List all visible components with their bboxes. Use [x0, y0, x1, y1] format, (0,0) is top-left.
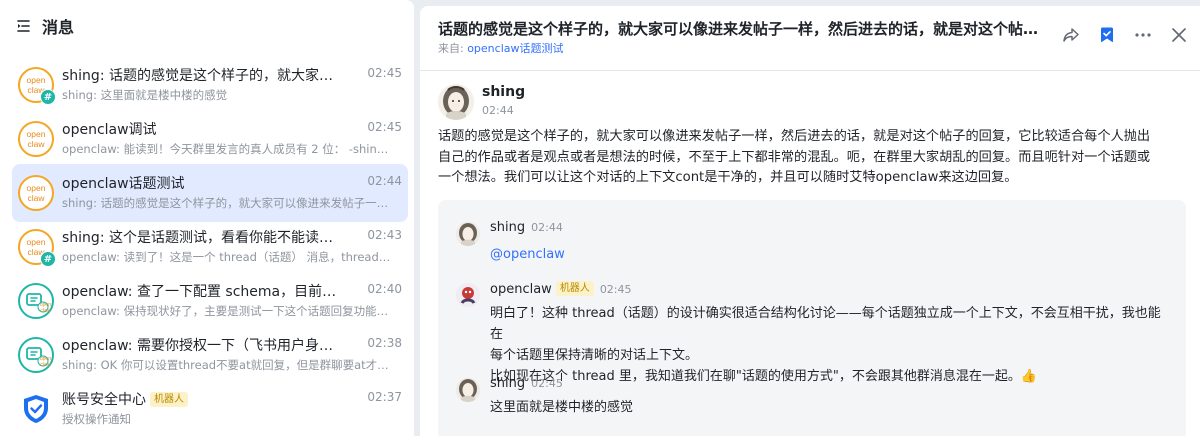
conversation-preview: openclaw: 能读到！今天群里发言的真人成员有 2 位： -shing（o…: [62, 142, 392, 156]
avatar-text: open: [26, 183, 46, 193]
openclaw-avatar: open claw: [18, 175, 54, 211]
bot-avatar-illustration: [456, 283, 480, 307]
conversation-time: 02:37: [367, 390, 402, 404]
avatar-mini-text: open claw: [40, 356, 51, 368]
conversation-item[interactable]: open claw # shing: 话题的感觉是这个样子的，就大家可以像进..…: [12, 56, 408, 114]
conversation-item-active[interactable]: open claw openclaw话题测试 02:44 shing: 话题的感…: [12, 164, 408, 222]
post-author[interactable]: shing: [482, 84, 525, 100]
topic-detail-panel: 话题的感觉是这个样子的，就大家可以像进来发帖子一样，然后进去的话，就是对这个帖子…: [420, 6, 1200, 436]
openclaw-avatar: open claw: [18, 121, 54, 157]
reply-time: 02:44: [531, 221, 563, 234]
conversation-name: openclaw话题测试: [62, 176, 185, 192]
openclaw-avatar: open claw #: [18, 67, 56, 105]
avatar-text: open: [26, 237, 46, 247]
conversation-preview: shing: OK 你可以设置thread不要at就回复，但是群聊要at才回复吗…: [62, 358, 392, 372]
conversation-item[interactable]: openclaw openclaw: 需要你授权一下（飞书用户身份读消息... …: [12, 326, 408, 384]
mention-link[interactable]: @openclaw: [490, 244, 565, 265]
conversation-name: 账号安全中心 机器人: [62, 389, 338, 409]
conversation-item[interactable]: openclaw openclaw: 查了一下配置 schema，目前飞书频道.…: [12, 272, 408, 330]
bookmark-icon[interactable]: [1098, 26, 1116, 44]
avatar[interactable]: [456, 283, 480, 307]
avatar-text: open: [26, 75, 46, 85]
reply-author[interactable]: shing: [490, 220, 525, 235]
avatar-text: claw: [27, 139, 45, 149]
avatar-text: open: [26, 129, 46, 139]
conversation-preview: shing: 话题的感觉是这个样子的，就大家可以像进来发帖子一样，...: [62, 196, 392, 210]
topic-badge-icon: #: [40, 89, 56, 105]
more-icon[interactable]: [1134, 26, 1152, 44]
header-divider: [420, 70, 1200, 71]
conversation-item[interactable]: 账号安全中心 机器人 02:37 授权操作通知: [12, 380, 408, 436]
avatar-text: claw: [40, 308, 51, 314]
user-avatar-illustration: [438, 84, 474, 120]
bot-tag: 机器人: [555, 281, 594, 296]
conversation-preview: 授权操作通知: [62, 412, 131, 426]
conversation-preview: openclaw: 读到了！这是一个 thread（话题） 消息，thread …: [62, 250, 392, 264]
source-group-link[interactable]: openclaw话题测试: [467, 42, 563, 55]
security-center-avatar: [18, 391, 54, 427]
sidebar-header: 消息: [0, 0, 414, 52]
source-label: 来自:: [438, 42, 468, 55]
conversation-item[interactable]: open claw openclaw调试 02:45 openclaw: 能读到…: [12, 110, 408, 168]
topic-group-avatar: open claw: [18, 283, 54, 319]
post-time: 02:44: [482, 104, 514, 117]
reply-header: openclaw 机器人 02:45: [490, 281, 632, 297]
reply-line: 明白了！这种 thread（话题）的设计确实很适合结构化讨论——每个话题独立成一…: [490, 306, 1161, 342]
avatar[interactable]: [438, 84, 474, 120]
conversation-time: 02:40: [367, 282, 402, 296]
conversation-time: 02:44: [367, 174, 402, 188]
topic-badge-icon: #: [40, 251, 56, 267]
reply-author[interactable]: shing: [490, 376, 525, 391]
reply-time: 02:45: [531, 377, 563, 390]
conversation-item[interactable]: open claw # shing: 这个是话题测试，看看你能不能读到，是thr…: [12, 218, 408, 276]
close-icon[interactable]: [1170, 26, 1188, 44]
conversation-name: openclaw: 查了一下配置 schema，目前飞书频道...: [62, 284, 338, 300]
bot-tag: 机器人: [150, 392, 188, 407]
openclaw-avatar: open claw #: [18, 229, 56, 267]
reply-author[interactable]: openclaw: [490, 282, 552, 297]
conversation-preview: openclaw: 保持现状好了，主要是测试一下这个话题回复功能。谢...: [62, 304, 392, 318]
avatar[interactable]: [456, 222, 480, 246]
reply-line: 比如现在这个 thread 里，我知道我们在聊"话题的使用方式"，不会跟其他群消…: [490, 369, 1038, 384]
reply-body: 这里面就是楼中楼的感觉: [490, 400, 634, 415]
conversation-name: shing: 话题的感觉是这个样子的，就大家可以像进...: [62, 68, 338, 84]
topic-title: 话题的感觉是这个样子的，就大家可以像进来发帖子一样，然后进去的话，就是对这个帖子…: [438, 20, 1048, 38]
topic-group-avatar: open claw: [18, 337, 54, 373]
avatar-mini-text: open claw: [40, 302, 51, 314]
conversation-name-text: 账号安全中心: [62, 392, 146, 408]
avatar[interactable]: [456, 378, 480, 402]
reply-header: shing 02:45: [490, 376, 563, 391]
shield-check-icon: [24, 395, 48, 423]
conversation-preview: shing: 这里面就是楼中楼的感觉: [62, 88, 228, 102]
conversation-time: 02:38: [367, 336, 402, 350]
user-avatar-illustration: [456, 222, 480, 246]
reply-thread: shing 02:44 @openclaw openclaw 机器人 02:45 明白…: [438, 200, 1186, 436]
share-icon[interactable]: [1062, 26, 1080, 44]
user-avatar-illustration: [456, 378, 480, 402]
conversation-name: shing: 这个是话题测试，看看你能不能读到，是thr...: [62, 230, 338, 246]
sidebar-title: 消息: [42, 18, 75, 37]
reply-header: shing 02:44: [490, 220, 563, 235]
collapse-menu-icon[interactable]: [16, 18, 32, 34]
conversation-name: openclaw: 需要你授权一下（飞书用户身份读消息...: [62, 338, 338, 354]
conversation-name: openclaw调试: [62, 122, 157, 138]
post-body: 话题的感觉是这个样子的，就大家可以像进来发帖子一样，然后进去的话，就是对这个帖子…: [438, 129, 1151, 185]
conversation-time: 02:45: [367, 66, 402, 80]
avatar-text: claw: [40, 362, 51, 368]
conversation-time: 02:45: [367, 120, 402, 134]
reply-time: 02:45: [599, 283, 632, 296]
avatar-text: claw: [27, 193, 45, 203]
reply-body: 明白了！这种 thread（话题）的设计确实很适合结构化讨论——每个话题独立成一…: [490, 303, 1170, 387]
conversation-time: 02:43: [367, 228, 402, 242]
topic-source: 来自: openclaw话题测试: [438, 40, 564, 56]
topic-actions: [1062, 26, 1188, 44]
conversation-sidebar: 消息 open claw # shing: 话题的感觉是这个样子的，就大家可以像…: [0, 0, 414, 436]
reply-line: 每个话题里保持清晰的对话上下文。: [490, 348, 699, 363]
